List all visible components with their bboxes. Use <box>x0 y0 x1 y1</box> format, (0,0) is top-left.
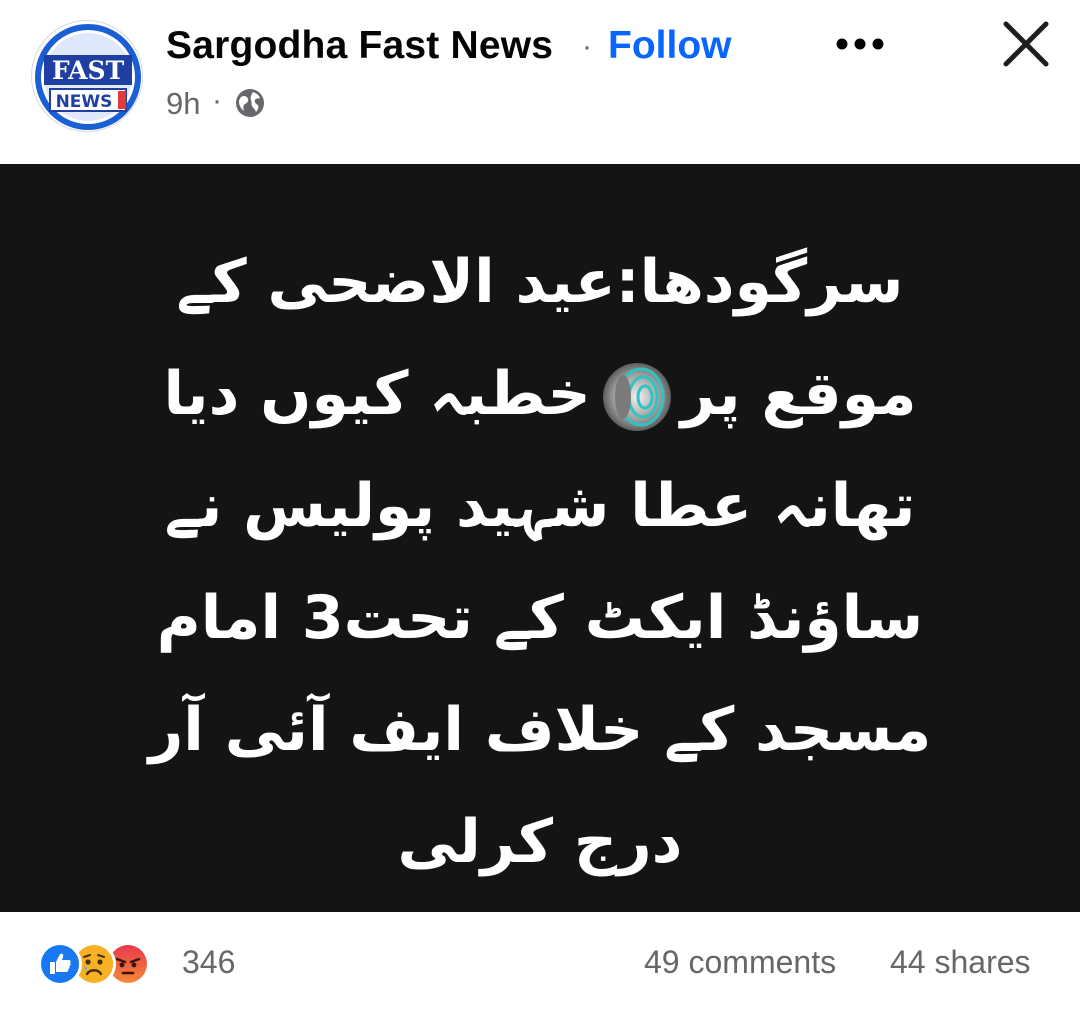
post-line-6: درج کرلی <box>397 807 683 877</box>
page-avatar[interactable]: FAST NEWS <box>31 20 143 132</box>
post-line-4: ساؤنڈ ایکٹ کے تحت3 امام <box>156 583 924 653</box>
post-time[interactable]: 9h <box>166 86 200 122</box>
post-line-1: سرگودھا:عید الاضحی کے <box>176 247 904 317</box>
reaction-summary[interactable] <box>38 942 178 986</box>
time-separator: · <box>212 84 222 117</box>
speaker-icon <box>602 363 671 432</box>
facebook-post: FAST NEWS Sargodha Fast News · Follow 9h… <box>0 0 1080 1011</box>
post-image[interactable]: سرگودھا:عید الاضحی کے موقع پر خطبہ کیوں … <box>0 164 1080 912</box>
shares-count[interactable]: 44 shares <box>890 944 1031 981</box>
reaction-count[interactable]: 346 <box>182 944 235 981</box>
post-line-2: موقع پر خطبہ کیوں دیا <box>100 338 980 450</box>
post-text: سرگودھا:عید الاضحی کے موقع پر خطبہ کیوں … <box>100 226 980 898</box>
like-icon <box>38 942 82 986</box>
comments-count[interactable]: 49 comments <box>644 944 836 981</box>
close-icon[interactable] <box>998 16 1054 72</box>
fast-news-logo: FAST NEWS <box>34 23 142 131</box>
post-line-2-part-a: خطبہ کیوں دیا <box>163 359 591 429</box>
post-header: FAST NEWS Sargodha Fast News · Follow 9h… <box>0 0 1080 164</box>
logo-text-top: FAST <box>52 56 125 85</box>
logo-text-bottom: NEWS <box>56 92 113 112</box>
more-horizontal-icon[interactable] <box>830 26 890 62</box>
post-line-3: تھانہ عطا شہید پولیس نے <box>164 471 916 541</box>
post-footer: 346 49 comments 44 shares <box>0 912 1080 1011</box>
name-separator: · <box>582 30 592 63</box>
post-line-5: مسجد کے خلاف ایف آئی آر <box>148 695 932 765</box>
page-name[interactable]: Sargodha Fast News <box>166 24 553 68</box>
follow-button[interactable]: Follow <box>608 24 731 68</box>
globe-icon[interactable] <box>234 87 266 119</box>
post-line-2-part-b: موقع پر <box>680 359 917 429</box>
